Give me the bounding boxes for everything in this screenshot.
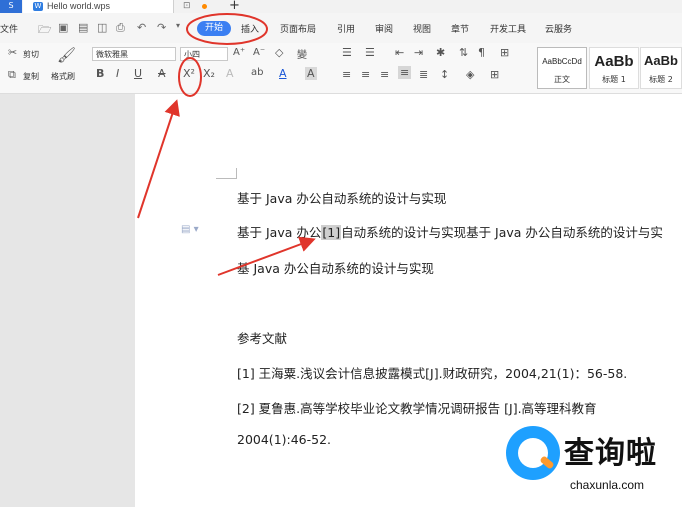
reference-2-continued[interactable]: 2004(1):46-52. bbox=[237, 432, 331, 447]
line-spacing-icon[interactable]: ↕ bbox=[440, 68, 449, 81]
tab-chapter[interactable]: 章节 bbox=[451, 22, 469, 35]
style-heading-1[interactable]: AaBb 标题 1 bbox=[589, 47, 639, 89]
watermark-url: chaxunla.com bbox=[570, 478, 645, 492]
watermark-text: 查询啦 bbox=[564, 436, 657, 471]
style-heading-2-sample: AaBb bbox=[644, 53, 678, 68]
tab-cloud[interactable]: 云服务 bbox=[545, 22, 572, 35]
open-icon[interactable]: 🗁 bbox=[38, 21, 52, 40]
title-bar: S W Hello world.wps ⊡ + bbox=[0, 0, 682, 13]
highlight-icon[interactable]: ab bbox=[251, 67, 263, 78]
shrink-font-icon[interactable]: A⁻ bbox=[253, 47, 265, 58]
cut-button[interactable]: 剪切 bbox=[23, 49, 39, 60]
text-effect-icon[interactable]: A bbox=[226, 67, 234, 80]
watermark-logo: 查询啦 chaxunla.com bbox=[506, 422, 682, 507]
font-color-icon[interactable]: A bbox=[279, 67, 287, 80]
new-tab-button[interactable]: + bbox=[229, 0, 240, 13]
subscript-button[interactable]: X₂ bbox=[203, 67, 215, 80]
paragraph-layout-icon[interactable]: ▤ ▾ bbox=[181, 224, 199, 235]
tab-insert[interactable]: 插入 bbox=[241, 22, 259, 35]
shading-icon[interactable]: ◈ bbox=[466, 68, 474, 81]
style-heading-2[interactable]: AaBb 标题 2 bbox=[640, 47, 682, 89]
justify-icon[interactable]: ≡ bbox=[398, 66, 412, 79]
style-normal-label: 正文 bbox=[554, 75, 570, 84]
line-2-prefix: 基于 Java 办公 bbox=[237, 225, 322, 240]
export-icon[interactable]: ▤ bbox=[78, 21, 88, 34]
unsaved-dot-icon bbox=[202, 4, 207, 9]
align-right-icon[interactable]: ≡ bbox=[380, 68, 389, 81]
tab-references[interactable]: 引用 bbox=[337, 22, 355, 35]
document-line-3[interactable]: 基 Java 办公自动系统的设计与实现 bbox=[237, 258, 434, 277]
more-icon[interactable]: ▾ bbox=[176, 21, 180, 30]
bullets-icon[interactable]: ☰ bbox=[342, 46, 352, 59]
clear-format-icon[interactable]: ◇ bbox=[275, 46, 283, 59]
phonetic-icon[interactable]: 變 bbox=[297, 46, 307, 61]
citation-marker[interactable]: [1] bbox=[321, 225, 342, 240]
menu-bar: 文件 🗁 ▣ ▤ ◫ ⎙ ↶ ↷ ▾ 开始 插入 页面布局 引用 审阅 视图 章… bbox=[0, 13, 682, 44]
page-corner-marker bbox=[216, 168, 237, 179]
underline-button[interactable]: U bbox=[134, 67, 142, 80]
style-normal[interactable]: AaBbCcDd 正文 bbox=[537, 47, 587, 89]
align-left-icon[interactable]: ≡ bbox=[342, 68, 351, 81]
undo-icon[interactable]: ↶ bbox=[137, 21, 146, 34]
document-line-2[interactable]: 基于 Java 办公[1]自动系统的设计与实现基于 Java 办公自动系统的设计… bbox=[237, 222, 663, 241]
document-tab-title: Hello world.wps bbox=[47, 1, 111, 11]
decrease-indent-icon[interactable]: ⇤ bbox=[395, 46, 404, 59]
app-menu-button[interactable]: S bbox=[0, 0, 22, 13]
numbering-icon[interactable]: ☰ bbox=[365, 46, 375, 59]
watermark-q-icon bbox=[506, 426, 560, 480]
italic-button[interactable]: I bbox=[116, 67, 119, 80]
reference-2[interactable]: [2] 夏鲁惠.高等学校毕业论文教学情况调研报告 [J].高等理科教育 bbox=[237, 398, 597, 417]
increase-indent-icon[interactable]: ⇥ bbox=[414, 46, 423, 59]
bold-button[interactable]: B bbox=[96, 67, 104, 80]
pin-icon[interactable]: ⊡ bbox=[183, 0, 191, 12]
table-icon[interactable]: ⊞ bbox=[500, 46, 509, 59]
copy-button[interactable]: 复制 bbox=[23, 71, 39, 82]
tab-developer[interactable]: 开发工具 bbox=[490, 22, 526, 35]
document-line-1[interactable]: 基于 Java 办公自动系统的设计与实现 bbox=[237, 188, 446, 207]
font-size-select[interactable]: 小四 bbox=[180, 47, 228, 61]
style-heading-2-label: 标题 2 bbox=[649, 75, 673, 84]
chinese-layout-icon[interactable]: ✱ bbox=[436, 46, 445, 59]
show-marks-icon[interactable]: ¶ bbox=[478, 46, 485, 59]
print-icon[interactable]: ⎙ bbox=[116, 21, 125, 35]
redo-icon[interactable]: ↷ bbox=[157, 21, 166, 34]
distributed-icon[interactable]: ≣ bbox=[419, 68, 428, 81]
save-icon[interactable]: ▣ bbox=[58, 21, 68, 34]
font-name-select[interactable]: 微软雅黑 bbox=[92, 47, 176, 61]
sort-icon[interactable]: ⇅ bbox=[459, 46, 468, 59]
references-title[interactable]: 参考文献 bbox=[237, 328, 287, 347]
print-preview-icon[interactable]: ◫ bbox=[97, 21, 107, 34]
document-tab[interactable]: W Hello world.wps bbox=[23, 0, 174, 13]
char-shading-icon[interactable]: A bbox=[305, 67, 317, 80]
grow-font-icon[interactable]: A⁺ bbox=[233, 47, 245, 58]
file-menu[interactable]: 文件 bbox=[0, 22, 18, 35]
ribbon: ✂ 剪切 ⧉ 复制 🖌 格式刷 微软雅黑 小四 A⁺ A⁻ ◇ 變 B I U … bbox=[0, 43, 682, 94]
copy-icon[interactable]: ⧉ bbox=[8, 68, 16, 82]
style-normal-sample: AaBbCcDd bbox=[542, 57, 582, 66]
left-gutter bbox=[0, 94, 135, 507]
align-center-icon[interactable]: ≡ bbox=[361, 68, 370, 81]
format-painter-button[interactable]: 格式刷 bbox=[51, 71, 75, 82]
reference-1[interactable]: [1] 王海粟.浅议会计信息披露模式[J].财政研究，2004,21(1)：56… bbox=[237, 363, 627, 382]
line-2-suffix: 自动系统的设计与实现基于 Java 办公自动系统的设计与实 bbox=[341, 225, 663, 240]
tab-review[interactable]: 审阅 bbox=[375, 22, 393, 35]
strikethrough-button[interactable]: A bbox=[158, 67, 166, 80]
style-heading-1-label: 标题 1 bbox=[602, 75, 626, 84]
style-heading-1-sample: AaBb bbox=[594, 53, 634, 70]
superscript-button[interactable]: X² bbox=[183, 67, 195, 80]
wps-doc-icon: W bbox=[33, 2, 43, 11]
cut-icon[interactable]: ✂ bbox=[8, 46, 17, 59]
border-icon[interactable]: ⊞ bbox=[490, 68, 499, 81]
tab-home[interactable]: 开始 bbox=[197, 21, 232, 36]
format-painter-icon[interactable]: 🖌 bbox=[57, 46, 76, 64]
tab-view[interactable]: 视图 bbox=[413, 22, 431, 35]
tab-page-layout[interactable]: 页面布局 bbox=[280, 22, 316, 35]
